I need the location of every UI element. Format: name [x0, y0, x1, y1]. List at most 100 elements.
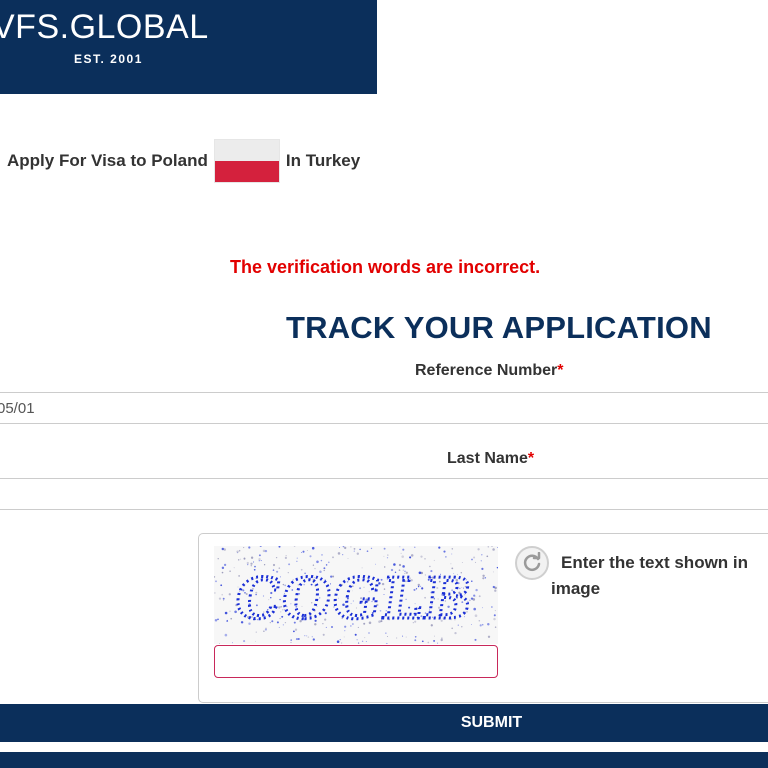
captcha-noise-dot	[214, 592, 216, 594]
apply-prefix: Apply For Visa to Poland	[7, 151, 208, 170]
vfs-global-logo[interactable]: VFS.GLOBAL EST. 2001	[0, 0, 377, 94]
captcha-image: COGLB	[214, 546, 498, 644]
captcha-noise-dot	[486, 555, 489, 558]
captcha-noise-dot	[471, 558, 473, 561]
captcha-noise-dot	[385, 642, 388, 644]
captcha-noise-dot	[414, 546, 416, 548]
captcha-noise-dot	[342, 546, 345, 548]
captcha-noise-dot	[250, 562, 253, 565]
captcha-noise-dot	[243, 557, 246, 560]
captcha-noise-dot	[494, 626, 497, 628]
captcha-noise-dot	[218, 597, 222, 600]
captcha-noise-dot	[427, 641, 430, 644]
captcha-noise-dot	[386, 557, 389, 559]
captcha-noise-dot	[247, 563, 249, 566]
captcha-noise-dot	[481, 607, 483, 609]
captcha-noise-dot	[491, 606, 493, 608]
captcha-noise-dot	[368, 632, 370, 634]
captcha-noise-dot	[361, 640, 364, 642]
captcha-noise-dot	[222, 597, 225, 600]
captcha-noise-dot	[479, 624, 482, 627]
captcha-noise-dot	[484, 577, 487, 579]
captcha-noise-dot	[481, 623, 484, 626]
submit-button[interactable]: SUBMIT	[0, 704, 768, 742]
captcha-panel: COGLB Enter the text shown in image	[198, 533, 768, 703]
reference-number-input[interactable]	[0, 392, 768, 424]
captcha-noise-dot	[347, 558, 349, 559]
captcha-noise-dot	[370, 547, 373, 550]
captcha-noise-dot	[451, 548, 454, 550]
captcha-noise-dot	[220, 584, 223, 587]
last-name-label-text: Last Name	[447, 450, 528, 467]
captcha-noise-dot	[414, 635, 417, 638]
captcha-noise-dot	[293, 546, 296, 547]
captcha-noise-dot	[226, 619, 228, 622]
last-name-input[interactable]	[0, 478, 768, 510]
logo-text: VFS.GLOBAL	[0, 8, 209, 46]
captcha-noise-dot	[496, 566, 498, 569]
footer-bar	[0, 752, 768, 768]
captcha-noise-dot	[341, 642, 343, 644]
captcha-noise-dot	[229, 610, 231, 612]
captcha-noise-dot	[475, 596, 477, 598]
captcha-noise-dot	[399, 546, 401, 548]
captcha-noise-dot	[224, 611, 228, 615]
captcha-noise-dot	[250, 556, 254, 559]
captcha-noise-dot	[357, 643, 360, 644]
captcha-noise-dot	[253, 561, 255, 563]
captcha-noise-dot	[258, 557, 261, 561]
captcha-noise-dot	[353, 547, 356, 550]
captcha-noise-dot	[228, 593, 231, 596]
captcha-noise-dot	[434, 635, 435, 637]
captcha-noise-dot	[474, 638, 477, 641]
captcha-text: COGLB	[231, 566, 478, 632]
required-marker: *	[557, 362, 564, 379]
captcha-noise-dot	[454, 631, 457, 635]
logo-subtext: EST. 2001	[74, 52, 143, 66]
captcha-noise-dot	[401, 555, 404, 558]
captcha-noise-dot	[356, 552, 359, 555]
captcha-noise-dot	[254, 640, 256, 642]
captcha-noise-dot	[385, 632, 387, 634]
captcha-noise-dot	[233, 567, 235, 569]
captcha-noise-dot	[350, 546, 352, 548]
captcha-noise-dot	[451, 553, 453, 555]
captcha-noise-dot	[492, 585, 495, 589]
captcha-noise-dot	[487, 546, 490, 548]
captcha-noise-dot	[386, 635, 389, 638]
reference-number-label: Reference Number*	[415, 362, 564, 380]
captcha-noise-dot	[223, 599, 225, 601]
captcha-noise-dot	[470, 624, 472, 625]
captcha-noise-dot	[240, 558, 242, 560]
captcha-noise-dot	[383, 547, 386, 550]
captcha-noise-dot	[438, 546, 441, 549]
captcha-noise-dot	[354, 633, 357, 636]
captcha-noise-dot	[421, 640, 424, 643]
captcha-noise-dot	[296, 557, 298, 559]
captcha-noise-dot	[237, 559, 240, 561]
captcha-noise-dot	[474, 561, 477, 563]
captcha-noise-dot	[214, 619, 218, 622]
captcha-noise-dot	[297, 638, 300, 640]
captcha-noise-dot	[232, 642, 234, 644]
captcha-noise-dot	[321, 554, 323, 556]
captcha-noise-dot	[493, 614, 496, 617]
captcha-noise-dot	[218, 642, 220, 644]
captcha-noise-dot	[475, 588, 478, 592]
captcha-noise-dot	[482, 577, 485, 580]
captcha-noise-dot	[224, 633, 228, 637]
captcha-noise-dot	[492, 571, 494, 573]
captcha-noise-dot	[301, 552, 302, 553]
captcha-noise-dot	[243, 547, 245, 549]
captcha-noise-dot	[311, 636, 313, 638]
captcha-noise-dot	[473, 556, 476, 559]
captcha-input[interactable]	[214, 645, 498, 678]
captcha-noise-dot	[481, 567, 484, 571]
captcha-noise-dot	[437, 642, 439, 644]
poland-flag-icon	[213, 139, 280, 183]
captcha-noise-dot	[414, 639, 417, 642]
captcha-noise-dot	[365, 640, 367, 642]
refresh-captcha-button[interactable]	[515, 546, 549, 580]
captcha-noise-dot	[494, 610, 496, 612]
captcha-noise-dot	[359, 548, 361, 551]
